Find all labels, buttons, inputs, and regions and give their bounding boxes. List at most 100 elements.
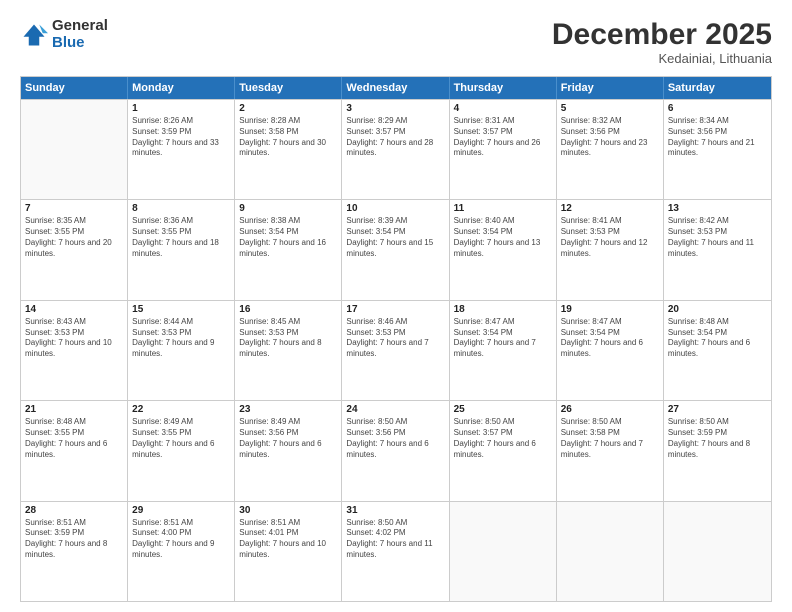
calendar-cell: 1Sunrise: 8:26 AMSunset: 3:59 PMDaylight… [128, 100, 235, 199]
calendar-cell: 6 Sunrise: 8:34 AMSunset: 3:56 PMDaylight… [664, 100, 771, 199]
cell-info: Sunrise: 8:46 AMSunset: 3:53 PMDaylight:… [346, 317, 444, 360]
month-title: December 2025 [552, 18, 772, 51]
cell-info: Sunrise: 8:47 AMSunset: 3:54 PMDaylight:… [561, 317, 659, 360]
calendar-cell: 29 Sunrise: 8:51 AMSunset: 4:00 PMDayligh… [128, 502, 235, 601]
calendar-cell: 5 Sunrise: 8:32 AMSunset: 3:56 PMDaylight… [557, 100, 664, 199]
cell-info: Sunrise: 8:44 AMSunset: 3:53 PMDaylight:… [132, 317, 230, 360]
calendar-cell: 15 Sunrise: 8:44 AMSunset: 3:53 PMDayligh… [128, 301, 235, 400]
logo: General Blue [20, 18, 108, 51]
cell-info: Sunrise: 8:34 AMSunset: 3:56 PMDaylight:… [668, 116, 767, 159]
cell-info: Sunrise: 8:49 AMSunset: 3:55 PMDaylight:… [132, 417, 230, 460]
day-number: 15 [132, 304, 230, 315]
day-number: 31 [346, 505, 444, 516]
day-number: 14 [25, 304, 123, 315]
cell-info: Sunrise: 8:50 AMSunset: 3:57 PMDaylight:… [454, 417, 552, 460]
cell-info: Sunrise: 8:41 AMSunset: 3:53 PMDaylight:… [561, 216, 659, 259]
logo-text: General Blue [52, 18, 108, 51]
day-number: 29 [132, 505, 230, 516]
day-number: 27 [668, 404, 767, 415]
day-number: 26 [561, 404, 659, 415]
calendar-cell: 9 Sunrise: 8:38 AMSunset: 3:54 PMDaylight… [235, 200, 342, 299]
calendar-cell: 18 Sunrise: 8:47 AMSunset: 3:54 PMDayligh… [450, 301, 557, 400]
day-number: 12 [561, 203, 659, 214]
calendar-row: 1Sunrise: 8:26 AMSunset: 3:59 PMDaylight… [21, 99, 771, 199]
day-number: 5 [561, 103, 659, 114]
day-number: 17 [346, 304, 444, 315]
header: General Blue December 2025 Kedainiai, Li… [20, 18, 772, 66]
calendar-cell: 4 Sunrise: 8:31 AMSunset: 3:57 PMDaylight… [450, 100, 557, 199]
day-number: 10 [346, 203, 444, 214]
calendar-cell: 16 Sunrise: 8:45 AMSunset: 3:53 PMDayligh… [235, 301, 342, 400]
calendar-cell [21, 100, 128, 199]
calendar-cell [664, 502, 771, 601]
calendar-body: 1Sunrise: 8:26 AMSunset: 3:59 PMDaylight… [21, 99, 771, 601]
day-number: 4 [454, 103, 552, 114]
day-number: 21 [25, 404, 123, 415]
cell-info: Sunrise: 8:40 AMSunset: 3:54 PMDaylight:… [454, 216, 552, 259]
cell-info: Sunrise: 8:32 AMSunset: 3:56 PMDaylight:… [561, 116, 659, 159]
cell-info: Sunrise: 8:50 AMSunset: 3:56 PMDaylight:… [346, 417, 444, 460]
calendar-cell: 30 Sunrise: 8:51 AMSunset: 4:01 PMDayligh… [235, 502, 342, 601]
day-number: 3 [346, 103, 444, 114]
cell-info: Sunrise: 8:50 AMSunset: 3:59 PMDaylight:… [668, 417, 767, 460]
cell-info: Sunrise: 8:31 AMSunset: 3:57 PMDaylight:… [454, 116, 552, 159]
calendar-cell: 22 Sunrise: 8:49 AMSunset: 3:55 PMDayligh… [128, 401, 235, 500]
day-number: 8 [132, 203, 230, 214]
calendar-cell [450, 502, 557, 601]
cell-info: Sunrise: 8:50 AMSunset: 4:02 PMDaylight:… [346, 518, 444, 561]
calendar-cell [557, 502, 664, 601]
calendar-row: 14 Sunrise: 8:43 AMSunset: 3:53 PMDayligh… [21, 300, 771, 400]
calendar-cell: 8 Sunrise: 8:36 AMSunset: 3:55 PMDaylight… [128, 200, 235, 299]
cell-info: Sunrise: 8:47 AMSunset: 3:54 PMDaylight:… [454, 317, 552, 360]
calendar-cell: 23Sunrise: 8:49 AMSunset: 3:56 PMDayligh… [235, 401, 342, 500]
cell-info: Sunrise: 8:36 AMSunset: 3:55 PMDaylight:… [132, 216, 230, 259]
day-number: 28 [25, 505, 123, 516]
cell-info: Sunrise: 8:28 AMSunset: 3:58 PMDaylight:… [239, 116, 337, 159]
calendar-row: 7Sunrise: 8:35 AMSunset: 3:55 PMDaylight… [21, 199, 771, 299]
day-number: 16 [239, 304, 337, 315]
calendar-cell: 27 Sunrise: 8:50 AMSunset: 3:59 PMDayligh… [664, 401, 771, 500]
calendar-cell: 11 Sunrise: 8:40 AMSunset: 3:54 PMDayligh… [450, 200, 557, 299]
calendar-cell: 14 Sunrise: 8:43 AMSunset: 3:53 PMDayligh… [21, 301, 128, 400]
cell-info: Sunrise: 8:39 AMSunset: 3:54 PMDaylight:… [346, 216, 444, 259]
calendar-cell: 12 Sunrise: 8:41 AMSunset: 3:53 PMDayligh… [557, 200, 664, 299]
calendar-cell: 19 Sunrise: 8:47 AMSunset: 3:54 PMDayligh… [557, 301, 664, 400]
cell-info: Sunrise: 8:43 AMSunset: 3:53 PMDaylight:… [25, 317, 123, 360]
day-number: 22 [132, 404, 230, 415]
day-number: 18 [454, 304, 552, 315]
day-number: 20 [668, 304, 767, 315]
cell-info: Sunrise: 8:51 AMSunset: 3:59 PMDaylight:… [25, 518, 123, 561]
cell-info: Sunrise: 8:50 AMSunset: 3:58 PMDaylight:… [561, 417, 659, 460]
cell-info: Sunrise: 8:35 AMSunset: 3:55 PMDaylight:… [25, 216, 123, 259]
logo-icon [20, 21, 48, 49]
day-number: 24 [346, 404, 444, 415]
day-number: 1 [132, 103, 230, 114]
logo-blue: Blue [52, 35, 108, 52]
calendar-cell: 21Sunrise: 8:48 AMSunset: 3:55 PMDayligh… [21, 401, 128, 500]
cell-info: Sunrise: 8:45 AMSunset: 3:53 PMDaylight:… [239, 317, 337, 360]
day-number: 6 [668, 103, 767, 114]
title-area: December 2025 Kedainiai, Lithuania [552, 18, 772, 66]
day-number: 19 [561, 304, 659, 315]
cal-header-day: Sunday [21, 77, 128, 99]
location-subtitle: Kedainiai, Lithuania [552, 51, 772, 66]
calendar-cell: 20 Sunrise: 8:48 AMSunset: 3:54 PMDayligh… [664, 301, 771, 400]
calendar-row: 21Sunrise: 8:48 AMSunset: 3:55 PMDayligh… [21, 400, 771, 500]
calendar-cell: 7Sunrise: 8:35 AMSunset: 3:55 PMDaylight… [21, 200, 128, 299]
day-number: 9 [239, 203, 337, 214]
cal-header-day: Friday [557, 77, 664, 99]
cell-info: Sunrise: 8:48 AMSunset: 3:54 PMDaylight:… [668, 317, 767, 360]
day-number: 11 [454, 203, 552, 214]
cal-header-day: Monday [128, 77, 235, 99]
page: General Blue December 2025 Kedainiai, Li… [0, 0, 792, 612]
calendar-cell: 28 Sunrise: 8:51 AMSunset: 3:59 PMDayligh… [21, 502, 128, 601]
calendar-cell: 31 Sunrise: 8:50 AMSunset: 4:02 PMDayligh… [342, 502, 449, 601]
calendar-cell: 17 Sunrise: 8:46 AMSunset: 3:53 PMDayligh… [342, 301, 449, 400]
cell-info: Sunrise: 8:51 AMSunset: 4:00 PMDaylight:… [132, 518, 230, 561]
cell-info: Sunrise: 8:38 AMSunset: 3:54 PMDaylight:… [239, 216, 337, 259]
cell-info: Sunrise: 8:29 AMSunset: 3:57 PMDaylight:… [346, 116, 444, 159]
day-number: 25 [454, 404, 552, 415]
calendar-row: 28 Sunrise: 8:51 AMSunset: 3:59 PMDayligh… [21, 501, 771, 601]
day-number: 30 [239, 505, 337, 516]
cell-info: Sunrise: 8:51 AMSunset: 4:01 PMDaylight:… [239, 518, 337, 561]
